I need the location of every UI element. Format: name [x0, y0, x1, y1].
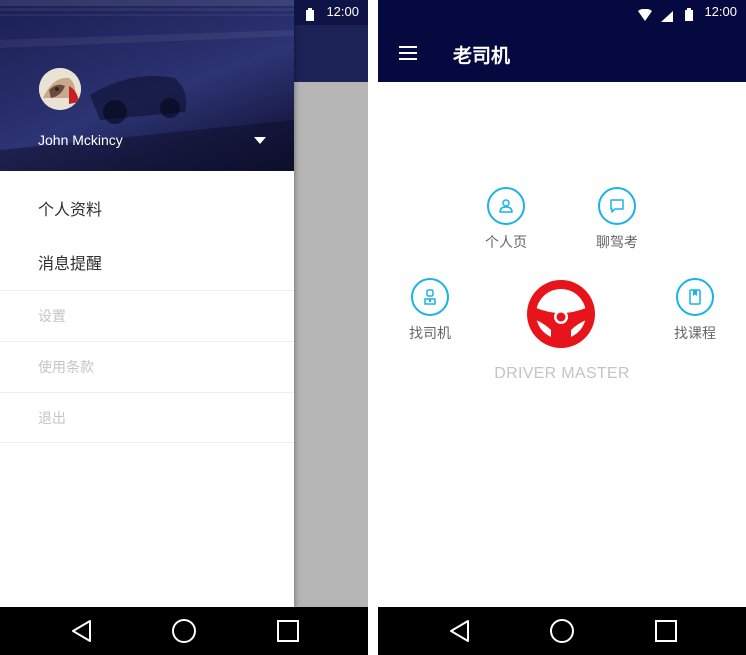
status-time: 12:00 — [704, 4, 737, 19]
feature-find-driver[interactable]: 找司机 — [385, 278, 475, 352]
feature-label: 个人页 — [485, 235, 527, 251]
menu-button[interactable] — [394, 39, 422, 67]
system-nav-bar — [378, 607, 746, 655]
account-dropdown-icon[interactable] — [248, 130, 272, 150]
drawer-header: John Mckincy — [0, 0, 294, 171]
feature-label: 找课程 — [674, 326, 716, 342]
recents-button[interactable] — [258, 607, 318, 655]
feature-find-course[interactable]: 找课程 — [650, 278, 740, 352]
home-button[interactable] — [532, 607, 592, 655]
back-triangle-icon — [72, 620, 91, 642]
wifi-icon — [638, 6, 652, 25]
home-button[interactable] — [154, 607, 214, 655]
person-icon — [487, 187, 525, 225]
book-icon — [676, 278, 714, 316]
drawer-item-settings[interactable]: 设置 — [0, 290, 294, 341]
app-title: 老司机 — [453, 45, 511, 67]
back-button[interactable] — [430, 607, 490, 655]
hamburger-icon — [399, 46, 417, 60]
home-circle-icon — [550, 619, 574, 643]
signal-icon — [661, 7, 673, 26]
drawer-item-profile[interactable]: 个人资料 — [0, 181, 294, 235]
home-circle-icon — [172, 619, 196, 643]
back-button[interactable] — [52, 607, 112, 655]
app-bar: 老司机 — [378, 25, 746, 82]
drawer-item-label: 使用条款 — [38, 360, 94, 376]
back-triangle-icon — [450, 620, 469, 642]
drawer-item-logout[interactable]: 退出 — [0, 392, 294, 443]
drawer-item-terms[interactable]: 使用条款 — [0, 341, 294, 392]
battery-icon — [685, 6, 693, 25]
battery-icon — [306, 6, 314, 25]
divider — [0, 442, 294, 443]
drawer-screen: John Mckincy 个人资料 消息提醒 设置 使用条款 退出 12:00 — [0, 0, 368, 655]
navigation-drawer: John Mckincy 个人资料 消息提醒 设置 使用条款 退出 — [0, 0, 294, 607]
feature-chat[interactable]: 聊驾考 — [572, 187, 662, 261]
status-time: 12:00 — [326, 4, 359, 19]
status-bar: 12:00 — [0, 0, 368, 25]
drawer-item-label: 消息提醒 — [38, 254, 103, 273]
drawer-item-label: 设置 — [38, 309, 66, 325]
feature-label: 找司机 — [409, 326, 451, 342]
recents-square-icon — [655, 620, 677, 642]
driver-icon — [411, 278, 449, 316]
chat-bubble-icon — [598, 187, 636, 225]
avatar[interactable] — [39, 68, 81, 110]
recents-button[interactable] — [636, 607, 696, 655]
drawer-item-notifications[interactable]: 消息提醒 — [0, 235, 294, 289]
drawer-scrim[interactable] — [294, 0, 368, 607]
brand-text: DRIVER MASTER — [494, 365, 630, 382]
home-screen: 12:00 老司机 个人页 聊驾考 找司机 找课程 DRIVER MASTER — [378, 0, 746, 655]
user-name: John Mckincy — [38, 132, 123, 148]
recents-square-icon — [277, 620, 299, 642]
dimmed-app-bar — [294, 25, 368, 82]
drawer-item-label: 个人资料 — [38, 200, 103, 219]
system-nav-bar — [0, 607, 368, 655]
feature-profile[interactable]: 个人页 — [461, 187, 551, 261]
steering-wheel-logo-icon — [525, 278, 597, 350]
drawer-item-label: 退出 — [38, 411, 66, 427]
feature-label: 聊驾考 — [596, 235, 638, 251]
status-bar: 12:00 — [378, 0, 746, 25]
